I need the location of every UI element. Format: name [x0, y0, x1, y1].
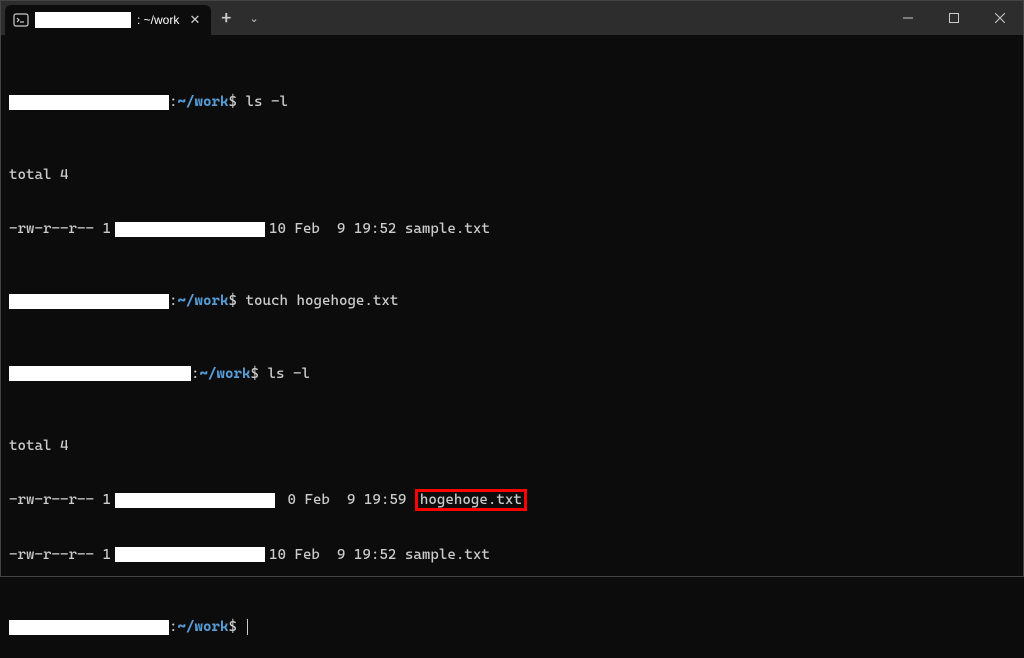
close-window-button[interactable]: [977, 1, 1023, 35]
redacted-user-host: [9, 620, 169, 635]
redacted-user-host: [9, 95, 169, 110]
tab-dropdown-button[interactable]: ⌄: [242, 1, 267, 35]
prompt-line: : ~/work $: [9, 618, 1015, 636]
prompt-line: : ~/work $ touch hogehoge.txt: [9, 292, 1015, 310]
output-line: total 4: [9, 437, 1015, 455]
cwd-path: ~/work: [178, 292, 229, 310]
cwd-path: ~/work: [200, 365, 251, 383]
terminal-cursor: [247, 619, 248, 635]
tab-close-button[interactable]: ✕: [187, 12, 203, 28]
redacted-owner-group: [115, 493, 275, 508]
file-row: -rw-r--r-- 1 10 Feb 9 19:52 sample.txt: [9, 546, 1015, 564]
terminal-content[interactable]: : ~/work $ ls -l total 4 -rw-r--r-- 1 10…: [1, 35, 1023, 658]
redacted-owner-group: [115, 222, 265, 237]
minimize-button[interactable]: [885, 1, 931, 35]
cwd-path: ~/work: [178, 93, 229, 111]
highlighted-filename: hogehoge.txt: [415, 489, 527, 511]
command-text: ls -l: [267, 365, 309, 383]
maximize-button[interactable]: [931, 1, 977, 35]
tab-title-suffix: : ~/work: [137, 13, 179, 27]
redacted-user-host: [9, 294, 169, 309]
redacted-user-host: [9, 366, 191, 381]
prompt-line: : ~/work $ ls -l: [9, 93, 1015, 111]
command-text: ls -l: [245, 93, 287, 111]
command-text: touch hogehoge.txt: [245, 292, 398, 310]
window-titlebar: : ~/work ✕ + ⌄: [1, 1, 1023, 35]
cwd-path: ~/work: [178, 618, 229, 636]
terminal-tab[interactable]: : ~/work ✕: [5, 5, 211, 35]
prompt-line: : ~/work $ ls -l: [9, 365, 1015, 383]
file-row: -rw-r--r-- 1 10 Feb 9 19:52 sample.txt: [9, 220, 1015, 238]
file-row: -rw-r--r-- 1 0 Feb 9 19:59 hogehoge.txt: [9, 491, 1015, 509]
wsl-icon: [13, 12, 29, 28]
tab-title-redacted: [35, 12, 131, 28]
new-tab-button[interactable]: +: [211, 1, 242, 35]
window-controls: [885, 1, 1023, 35]
output-line: total 4: [9, 166, 1015, 184]
redacted-owner-group: [115, 547, 265, 562]
